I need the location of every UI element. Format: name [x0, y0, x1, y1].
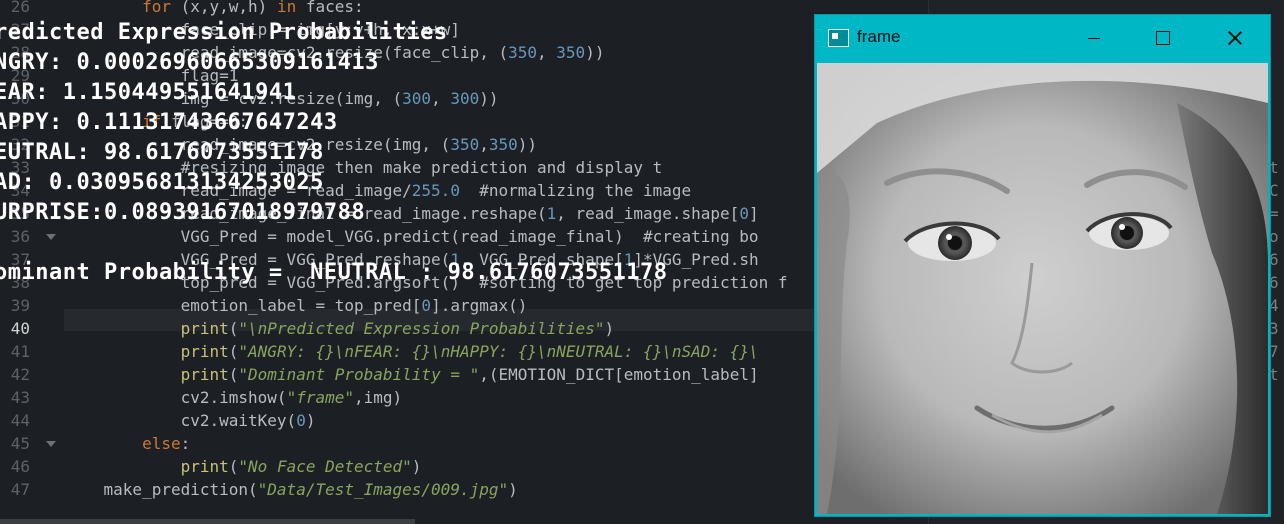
- code-line[interactable]: cv2.waitKey(0): [65, 409, 316, 432]
- face-photo: [817, 63, 1268, 514]
- output-heading: redicted Expression Probabilities: [0, 20, 448, 45]
- output-fear: EAR: 1.150449551641941: [0, 80, 297, 105]
- code-line[interactable]: print("\nPredicted Expression Probabilit…: [65, 317, 615, 340]
- code-line[interactable]: else:: [65, 432, 190, 455]
- minimize-icon: [1088, 38, 1100, 39]
- line-number: 46: [10, 457, 30, 476]
- fold-arrow-icon[interactable]: [46, 234, 56, 240]
- line-number: 47: [10, 480, 30, 499]
- code-line[interactable]: VGG_Pred = model_VGG.predict(read_image_…: [65, 225, 759, 248]
- line-number: 44: [10, 411, 30, 430]
- close-button[interactable]: [1202, 15, 1270, 63]
- frame-window[interactable]: frame: [814, 14, 1271, 517]
- code-line[interactable]: for (x,y,w,h) in faces:: [65, 0, 364, 18]
- code-line[interactable]: print("Dominant Probability = ",(EMOTION…: [65, 363, 759, 386]
- face-image: [817, 63, 1268, 514]
- output-sad: AD: 0.030956813134253025: [0, 170, 324, 195]
- output-surprise: URPRISE:0.08939167018979788: [0, 200, 366, 225]
- output-dominant: ominant Probability = NEUTRAL : 98.61760…: [0, 260, 668, 285]
- output-happy: APPY: 0.11131743667647243: [0, 110, 338, 135]
- window-title: frame: [857, 27, 901, 46]
- line-number: 36: [10, 227, 30, 246]
- app-window-icon: [828, 29, 849, 47]
- code-line[interactable]: print("ANGRY: {}\nFEAR: {}\nHAPPY: {}\nN…: [65, 340, 759, 363]
- minimize-button[interactable]: [1060, 15, 1128, 63]
- window-titlebar[interactable]: frame: [815, 15, 1270, 63]
- line-number: 45: [10, 434, 30, 453]
- line-number: 26: [10, 0, 30, 16]
- code-line[interactable]: make_prediction("Data/Test_Images/009.jp…: [65, 478, 518, 501]
- line-number: 42: [10, 365, 30, 384]
- code-line[interactable]: cv2.imshow("frame",img): [65, 386, 403, 409]
- line-number: 40: [10, 319, 30, 338]
- line-number: 41: [10, 342, 30, 361]
- code-line[interactable]: emotion_label = top_pred[0].argmax(): [65, 294, 528, 317]
- code-line[interactable]: print("No Face Detected"): [65, 455, 422, 478]
- horizontal-scrollbar[interactable]: [0, 519, 415, 524]
- maximize-button[interactable]: [1128, 15, 1196, 63]
- output-neutral: EUTRAL: 98.6176073551178: [0, 140, 324, 165]
- maximize-icon: [1156, 31, 1170, 45]
- line-number: 39: [10, 296, 30, 315]
- output-angry: NGRY: 0.00026960665309161413: [0, 50, 379, 75]
- fold-arrow-icon[interactable]: [46, 441, 56, 447]
- line-number: 43: [10, 388, 30, 407]
